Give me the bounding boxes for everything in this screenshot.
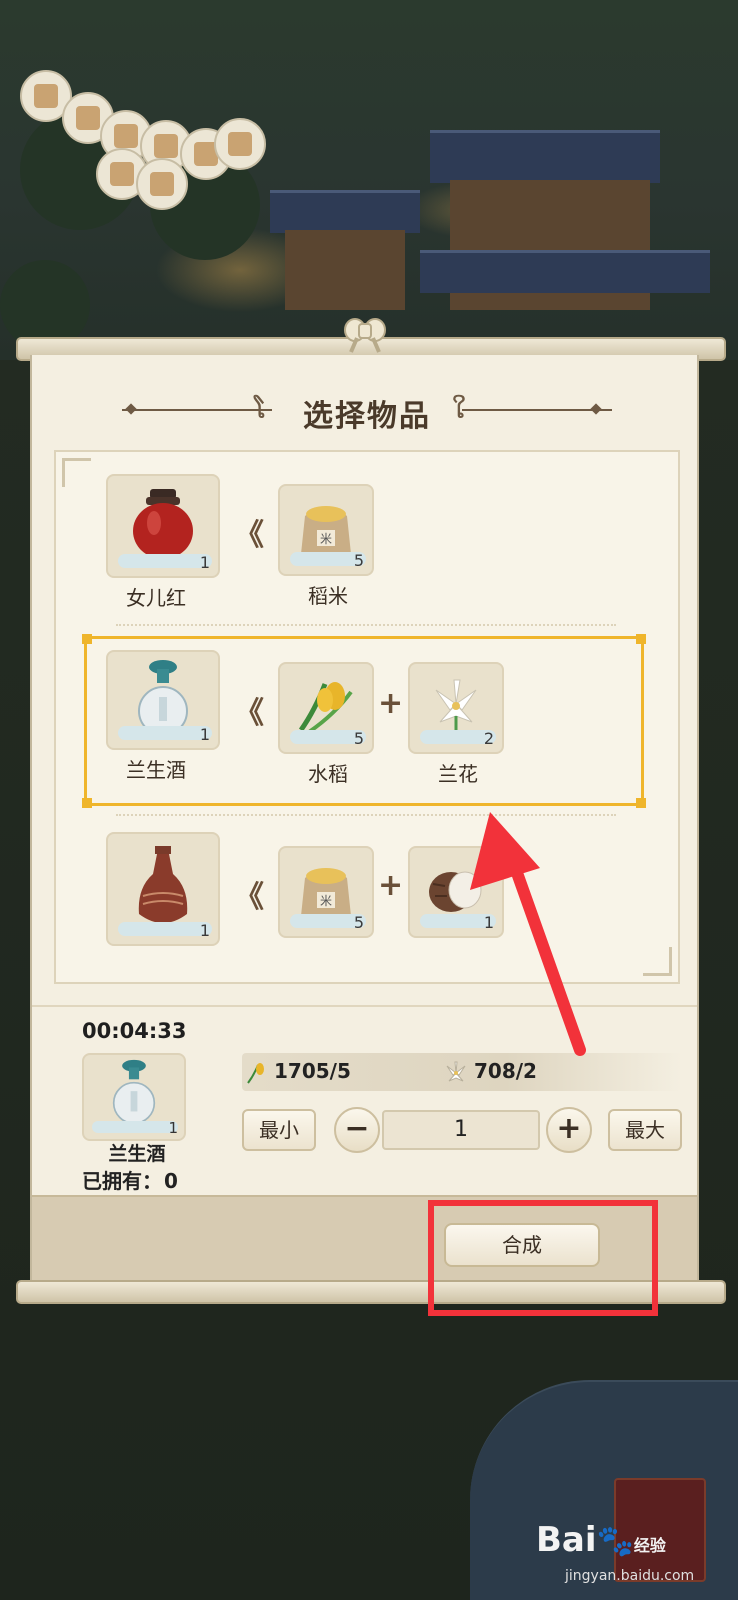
item-card: 米 5	[278, 484, 374, 576]
min-button[interactable]: 最小	[242, 1109, 316, 1151]
item-plate	[118, 554, 212, 568]
building-roof	[270, 190, 420, 233]
selected-item-card: 1	[82, 1053, 186, 1141]
annotation-arrow-icon	[470, 812, 586, 1056]
scroll-knot-icon	[344, 318, 386, 353]
item-plate	[118, 726, 212, 740]
title-ornament	[590, 403, 602, 415]
recipe-arrow-icon: 《	[234, 880, 264, 915]
annotation-highlight-box	[428, 1200, 658, 1316]
recipe-ingredient[interactable]: 2 兰花	[408, 662, 508, 787]
recipe-ingredient[interactable]: 米 5 稻米	[278, 484, 378, 609]
item-name: 女儿红	[126, 586, 186, 610]
frame-corner	[636, 798, 646, 808]
increase-button[interactable]: +	[546, 1107, 592, 1153]
resource-orchid: 708/2	[444, 1059, 537, 1085]
item-quantity: 5	[353, 729, 364, 748]
item-quantity: 5	[353, 551, 364, 570]
red-wine-jar-icon	[133, 489, 193, 559]
item-card: 米 5	[278, 846, 374, 938]
item-name: 稻米	[308, 584, 348, 608]
item-card: 1	[106, 832, 220, 946]
rice-plant-icon	[298, 682, 353, 734]
item-card: 5	[278, 662, 374, 754]
owned-count: 已拥有： 0	[80, 1165, 178, 1194]
building-roof	[420, 250, 710, 293]
recipe-ingredient[interactable]: 5 水稻	[278, 662, 378, 787]
recipe-result[interactable]: 1	[106, 832, 220, 946]
paw-icon: 🐾	[596, 1524, 634, 1559]
svg-text:米: 米	[320, 894, 332, 908]
item-quantity: 1	[199, 921, 210, 940]
recipe-ingredient[interactable]: 米 5	[278, 846, 378, 938]
title-ornament	[122, 409, 272, 411]
selected-item-quantity: 1	[168, 1119, 178, 1137]
divider	[116, 624, 616, 626]
resource-orchid-count: 708/2	[474, 1059, 537, 1083]
craft-timer: 00:04:33	[82, 1019, 187, 1043]
item-name: 兰生酒	[126, 758, 186, 782]
title-ornament	[462, 409, 612, 411]
item-quantity: 5	[353, 913, 364, 932]
harvest-bubble-icon[interactable]	[214, 118, 266, 170]
dialog-title: 选择物品	[303, 399, 431, 434]
recipe-result[interactable]: 1 兰生酒	[106, 650, 220, 783]
rice-sack-icon: 米	[301, 868, 351, 921]
item-card: 1	[106, 474, 220, 578]
title-swirl-icon: ໂ	[254, 395, 266, 425]
plus-icon: +	[378, 686, 404, 721]
watermark-site: jingyan.baidu.com	[565, 1568, 695, 1584]
item-card: 2	[408, 662, 504, 754]
item-plate	[92, 1121, 178, 1133]
watermark-brand: Bai	[536, 1520, 597, 1560]
decrease-button[interactable]: −	[334, 1107, 380, 1153]
rice-plant-icon	[247, 1062, 264, 1084]
frame-corner	[82, 634, 92, 644]
baidu-watermark: Bai🐾经验	[536, 1520, 666, 1560]
recipe-arrow-icon: 《	[234, 696, 264, 731]
frame-corner	[82, 798, 92, 808]
recipe-row-selected[interactable]: 1 兰生酒 《 5 水稻 + 2 兰花	[56, 634, 678, 808]
item-plate	[118, 922, 212, 936]
resource-rice-count: 1705/5	[274, 1059, 351, 1083]
item-name: 兰花	[438, 762, 478, 786]
item-quantity: 1	[199, 725, 210, 744]
resource-rice: 1705/5	[244, 1059, 351, 1085]
owned-label: 已拥有：	[82, 1169, 162, 1193]
rice-sack-icon: 米	[301, 506, 351, 559]
recipe-row[interactable]: 1 女儿红 《 米 5 稻米	[56, 474, 678, 644]
building-wall	[285, 230, 405, 310]
dialog-header: ໂ 选择物品 ໃ	[32, 385, 697, 435]
item-quantity: 1	[199, 553, 210, 572]
blue-wine-bottle-icon	[112, 1059, 156, 1125]
plus-icon: +	[378, 868, 404, 903]
max-button[interactable]: 最大	[608, 1109, 682, 1151]
owned-value: 0	[164, 1169, 178, 1193]
item-quantity: 2	[483, 729, 494, 748]
watermark-brand-2: 经验	[633, 1536, 666, 1555]
orchid-icon	[435, 679, 477, 735]
orchid-icon	[446, 1061, 466, 1081]
harvest-bubble-icon[interactable]	[136, 158, 188, 210]
brown-wine-bottle-icon	[138, 845, 188, 923]
quantity-field[interactable]: 1	[382, 1110, 540, 1150]
recipe-arrow-icon: 《	[234, 518, 264, 553]
svg-text:米: 米	[320, 532, 332, 546]
frame-corner	[636, 634, 646, 644]
selected-item-name: 兰生酒	[108, 1143, 166, 1165]
item-card: 1	[106, 650, 220, 750]
recipe-result[interactable]: 1 女儿红	[106, 474, 220, 611]
item-name: 水稻	[308, 762, 348, 786]
building-roof	[430, 130, 660, 183]
